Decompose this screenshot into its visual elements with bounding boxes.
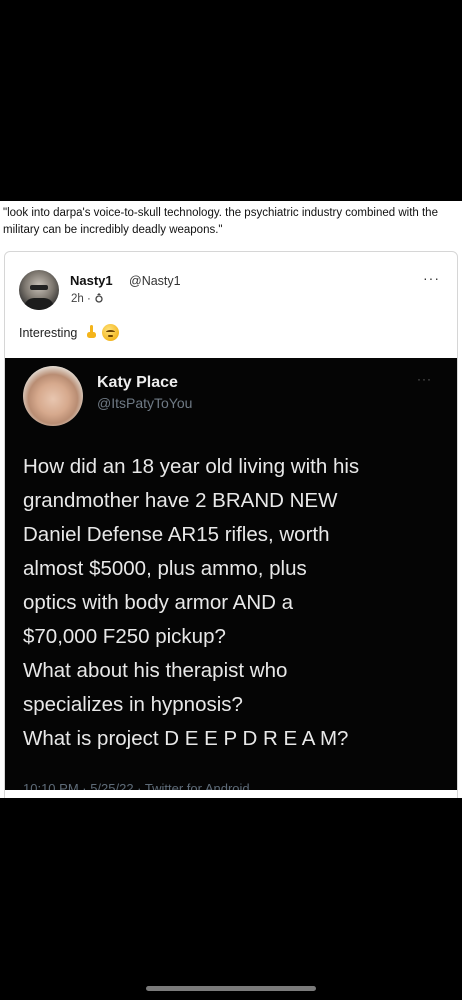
post-meta: 2h · — [71, 292, 104, 305]
avatar[interactable] — [19, 270, 59, 310]
tweet-line: optics with body armor AND a — [23, 591, 294, 614]
embedded-avatar — [23, 366, 83, 426]
embedded-author-handle: @ItsPatyToYou — [97, 395, 193, 411]
tweet-line: almost $5000, plus ammo, plus — [23, 557, 307, 580]
post-text: Interesting — [19, 324, 120, 341]
tweet-line: grandmother have 2 BRAND NEW — [23, 489, 338, 512]
shirt-shape — [24, 298, 54, 310]
tweet-line: specializes in hypnosis? — [23, 693, 243, 716]
post-card[interactable]: Nasty1 @Nasty1 2h · ··· Interesting Katy… — [4, 251, 458, 798]
embedded-tweet-screenshot: Katy Place @ItsPatyToYou ··· How did an … — [5, 358, 457, 790]
tweet-line: $70,000 F250 pickup? — [23, 625, 226, 648]
tweet-line: How did an 18 year old living with his — [23, 455, 360, 478]
home-indicator[interactable] — [146, 986, 316, 991]
tweet-line: Daniel Defense AR15 rifles, worth — [23, 523, 330, 546]
embedded-more-icon: ··· — [417, 372, 432, 386]
tweet-line: What about his therapist who — [23, 659, 288, 682]
caption-text: "look into darpa's voice-to-skull techno… — [3, 207, 438, 236]
author-name[interactable]: Nasty1 — [70, 273, 113, 288]
visibility-icon — [95, 293, 103, 303]
embedded-tweet-body: How did an 18 year old living with his g… — [23, 450, 453, 756]
post-text-label: Interesting — [19, 326, 78, 340]
author-handle[interactable]: @Nasty1 — [129, 274, 181, 288]
sunglasses-icon — [30, 285, 48, 290]
point-down-emoji-icon — [86, 325, 96, 338]
tweet-line: What is project D E E P D R E A M? — [23, 727, 349, 750]
more-options-button[interactable]: ··· — [423, 270, 440, 286]
embedded-tweet-footer: 10:10 PM · 5/25/22 · Twitter for Android — [23, 781, 250, 790]
grimace-emoji-icon — [102, 324, 120, 341]
embedded-author-name: Katy Place — [97, 374, 178, 391]
post-time: 2h · — [71, 293, 95, 305]
screenshot-content: "look into darpa's voice-to-skull techno… — [0, 201, 462, 798]
